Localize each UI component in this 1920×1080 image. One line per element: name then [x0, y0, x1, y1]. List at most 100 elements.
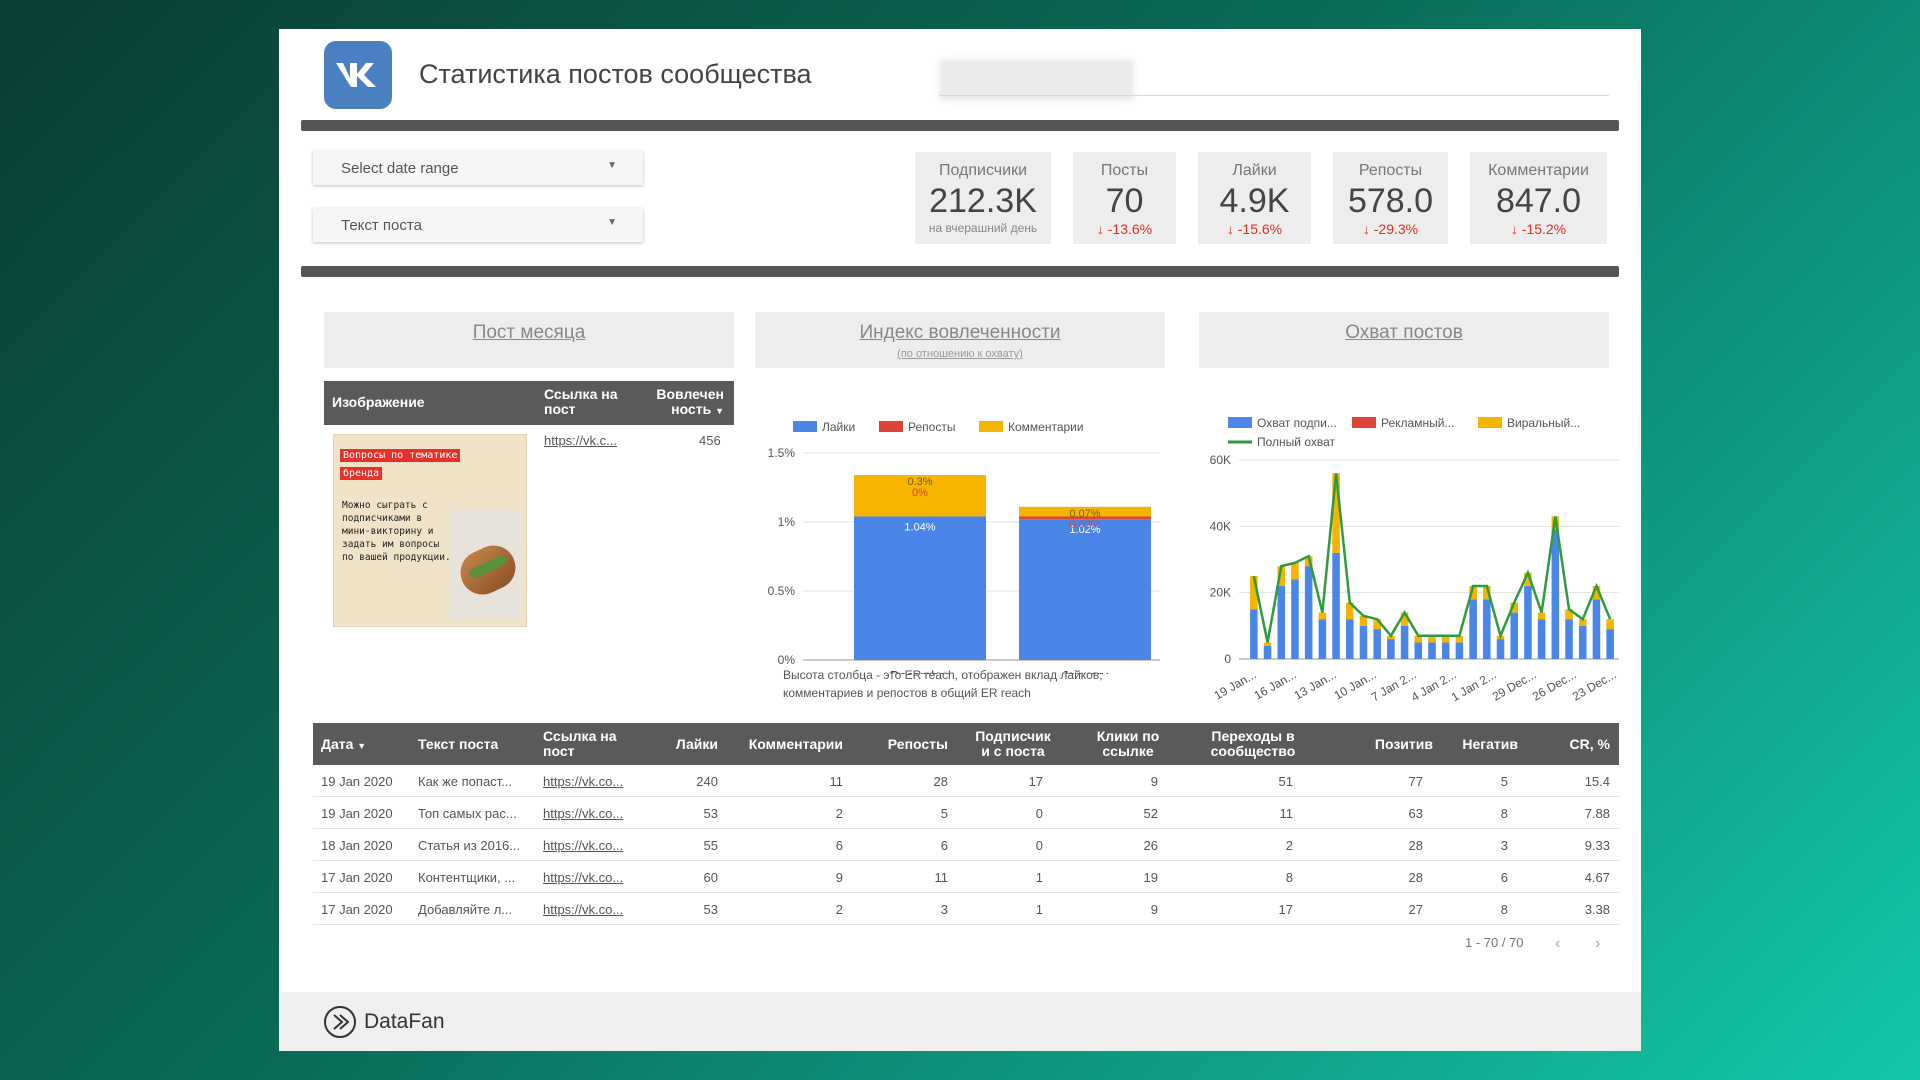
post-engagement-value: 456: [699, 433, 721, 448]
x-tick-label: 16 Jan...: [1252, 667, 1299, 702]
scorecard-likes: Лайки 4.9K ↓ -15.6%: [1198, 152, 1311, 244]
cell-subs: 0: [1035, 806, 1043, 821]
chevron-right-icon[interactable]: ›: [1595, 935, 1600, 953]
table-row: 17 Jan 2020 Контентщики, ... https://vk.co…: [313, 861, 1619, 893]
bar-segment: [1400, 625, 1409, 659]
post-text-select[interactable]: Текст поста ▼: [313, 208, 643, 242]
engagement-chart: Лайки Репосты Комментарии 0% 0.5% 1% 1.5% 1.04%…: [768, 420, 1160, 674]
cell-link[interactable]: https://vk.co...: [543, 806, 623, 821]
bar-segment: [1551, 529, 1560, 659]
cell-likes: 55: [703, 838, 718, 853]
bar-segment: [1441, 642, 1450, 659]
scorecard-reposts: Репосты 578.0 ↓ -29.3%: [1333, 152, 1448, 244]
reach-chart: Охват подпи... Рекламный... Виральный... По…: [1210, 416, 1619, 704]
col-cr[interactable]: CR, %: [1533, 737, 1610, 752]
date-range-label: Select date range: [341, 160, 459, 177]
legend-label: Комментарии: [1008, 420, 1084, 434]
legend-swatch: [1228, 417, 1252, 428]
posts-table-body: 19 Jan 2020 Как же попаст... https://vk.co…: [313, 765, 1619, 925]
page-title: Статистика постов сообщества: [419, 59, 812, 89]
x-tick-label: 23 Dec...: [1570, 667, 1619, 703]
cell-pos: 77: [1408, 774, 1423, 789]
col-reposts[interactable]: Репосты: [853, 737, 948, 752]
chevron-left-icon[interactable]: ‹: [1555, 935, 1560, 953]
scorecard-delta: ↓ -13.6%: [1096, 221, 1153, 237]
y-tick-label: 60K: [1210, 453, 1231, 467]
post-image-title: Вопросы по тематике: [340, 449, 461, 462]
scorecard-delta: ↓ -15.6%: [1226, 221, 1283, 237]
table-row: 19 Jan 2020 Как же попаст... https://vk.co…: [313, 765, 1619, 797]
date-range-select[interactable]: Select date range ▼: [313, 151, 643, 185]
cell-subs: 0: [1035, 838, 1043, 853]
x-tick-label: 13 Jan...: [1292, 667, 1339, 702]
x-tick-label: 29 Dec...: [1490, 667, 1539, 703]
cell-comments: 2: [835, 902, 843, 917]
dashboard-frame: Статистика постов сообщества Select date…: [279, 29, 1641, 1051]
bar-segment: [1291, 579, 1299, 659]
col-likes[interactable]: Лайки: [638, 737, 718, 752]
col-date[interactable]: Дата ▼: [321, 737, 366, 754]
footer: DataFan: [279, 992, 1641, 1051]
bar-segment: [1318, 612, 1327, 620]
bar-segment: [1332, 552, 1340, 659]
table-row: 19 Jan 2020 Топ самых рас... https://vk.co…: [313, 797, 1619, 829]
cell-clicks: 9: [1150, 774, 1158, 789]
section-subtitle: (по отношению к охвату): [897, 348, 1023, 360]
col-text[interactable]: Текст поста: [418, 737, 498, 752]
cell-comments: 11: [829, 774, 844, 789]
section-title[interactable]: Пост месяца: [324, 322, 734, 344]
legend-label: Репосты: [908, 420, 955, 434]
cell-pos: 28: [1408, 870, 1423, 885]
cell-date: 19 Jan 2020: [321, 806, 393, 821]
bar-segment: [1359, 625, 1368, 659]
vk-icon: [336, 63, 376, 87]
section-title[interactable]: Индекс вовлеченности: [755, 322, 1165, 344]
cell-likes: 240: [696, 774, 718, 789]
bar-segment: [1263, 645, 1272, 659]
bar-segment: [1291, 562, 1299, 580]
col-subscribers[interactable]: Подписчик и с поста: [958, 729, 1068, 759]
posts-table-header: Дата ▼ Текст поста Ссылка на пост Лайки К…: [313, 723, 1619, 765]
y-tick-label: 1.5%: [768, 446, 796, 460]
legend-label: Охват подпи...: [1257, 416, 1337, 430]
cell-date: 17 Jan 2020: [321, 902, 393, 917]
col-clicks[interactable]: Клики по ссылке: [1078, 729, 1178, 759]
section-title[interactable]: Охват постов: [1199, 322, 1609, 344]
col-transitions[interactable]: Переходы в сообществo: [1188, 729, 1318, 759]
bar-segment: [1606, 629, 1614, 659]
col-link[interactable]: Ссылка на пост: [543, 729, 617, 759]
cell-link[interactable]: https://vk.co...: [543, 870, 623, 885]
x-tick-label: 7 Jan 2...: [1369, 667, 1419, 704]
cell-reposts: 5: [940, 806, 948, 821]
bar-segment: [1537, 619, 1546, 659]
x-tick-label: 19 Jan...: [1212, 667, 1259, 702]
datafan-logo-icon: [324, 1006, 356, 1038]
bar-segment: [1346, 619, 1354, 659]
scorecard-label: Лайки: [1232, 162, 1277, 179]
cell-date: 18 Jan 2020: [321, 838, 393, 853]
pager-label: 1 - 70 / 70: [1465, 935, 1524, 950]
col-image: Изображение: [332, 394, 425, 410]
col-negative[interactable]: Негатив: [1433, 737, 1518, 752]
cell-comments: 9: [835, 870, 843, 885]
y-tick-label: 0: [1224, 652, 1231, 666]
post-link[interactable]: https://vk.c...: [544, 433, 617, 448]
cell-link[interactable]: https://vk.co...: [543, 838, 623, 853]
scorecard-value: 578.0: [1347, 182, 1434, 220]
post-image-title: бренда: [340, 467, 383, 480]
cell-date: 17 Jan 2020: [321, 870, 393, 885]
col-positive[interactable]: Позитив: [1323, 737, 1433, 752]
arrow-down-icon: ↓: [1510, 221, 1522, 237]
bar-segment: [1428, 642, 1436, 659]
cell-link[interactable]: https://vk.co...: [543, 774, 623, 789]
col-engagement[interactable]: Вовлечен ность ▼: [652, 387, 724, 419]
col-comments[interactable]: Комментарии: [733, 737, 843, 752]
scorecard-label: Подписчики: [938, 162, 1027, 179]
scorecard-value: 847.0: [1495, 182, 1582, 220]
cell-subs: 1: [1035, 902, 1043, 917]
scorecard-value: 4.9K: [1219, 182, 1290, 220]
cell-transitions: 8: [1285, 870, 1293, 885]
legend-swatch: [1352, 417, 1376, 428]
cell-link[interactable]: https://vk.co...: [543, 902, 623, 917]
cell-clicks: 26: [1143, 838, 1158, 853]
